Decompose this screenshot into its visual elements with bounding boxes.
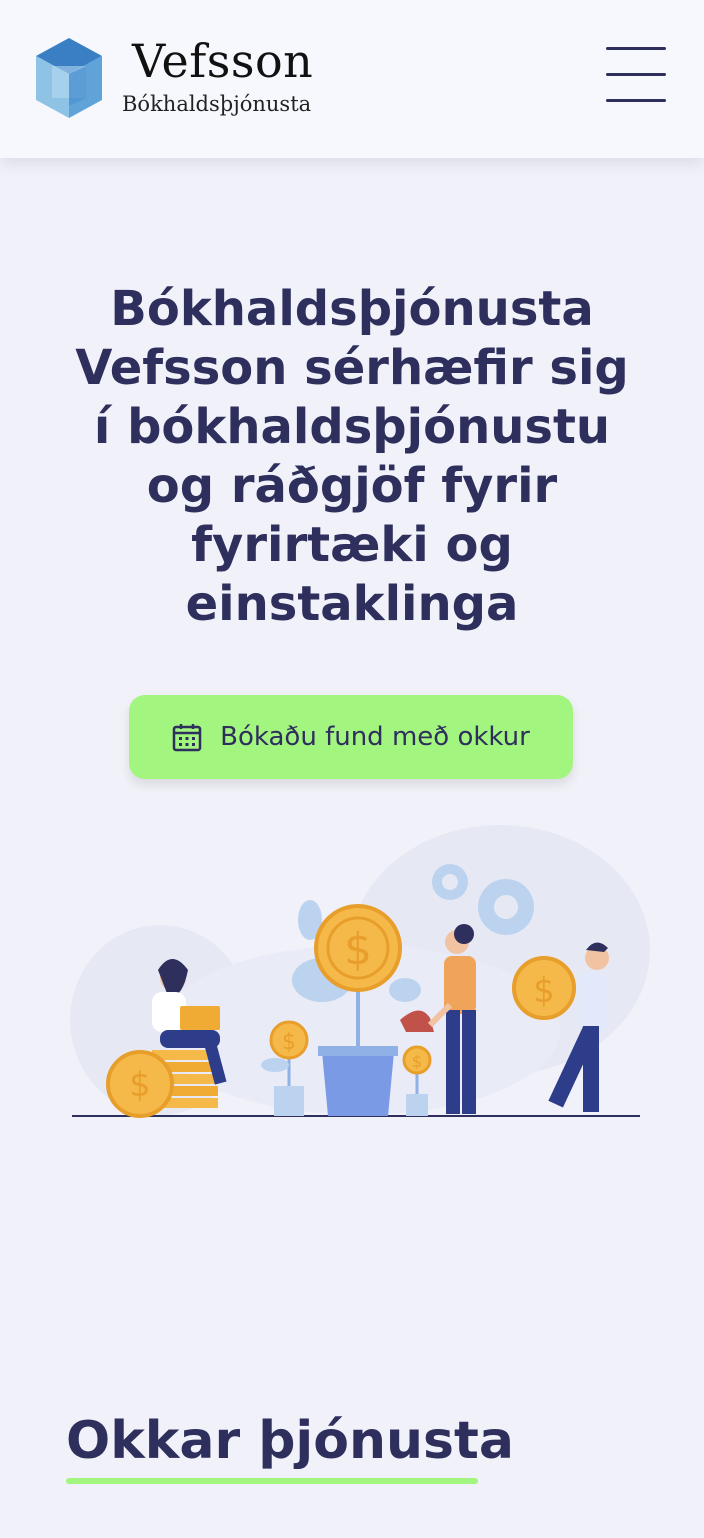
menu-line [606, 73, 666, 76]
cube-logo-icon[interactable] [34, 36, 104, 120]
book-meeting-button[interactable]: Bókaðu fund með okkur [129, 695, 573, 779]
coin-stack: $ [106, 1050, 218, 1118]
book-meeting-label: Bókaðu fund með okkur [220, 722, 530, 752]
services-title: Okkar þjónusta [66, 1411, 514, 1471]
svg-text:$: $ [344, 924, 372, 975]
menu-line [606, 99, 666, 102]
menu-line [606, 47, 666, 50]
svg-text:$: $ [412, 1052, 422, 1071]
hamburger-menu-icon[interactable] [600, 42, 672, 108]
svg-text:$: $ [129, 1065, 151, 1105]
svg-text:$: $ [533, 971, 555, 1011]
brand-subtitle: Bókhaldsþjónusta [122, 92, 312, 116]
site-header: Vefsson Bókhaldsþjónusta [0, 0, 704, 158]
services-title-underline [66, 1478, 478, 1484]
calendar-icon [172, 724, 202, 752]
finance-growth-illustration: $ $ $ $ $ [70, 825, 650, 1118]
hero-title: Bókhaldsþjónusta Vefsson sérhæfir sig í … [75, 281, 629, 632]
brand-name[interactable]: Vefsson [132, 34, 313, 88]
svg-text:$: $ [282, 1030, 296, 1055]
